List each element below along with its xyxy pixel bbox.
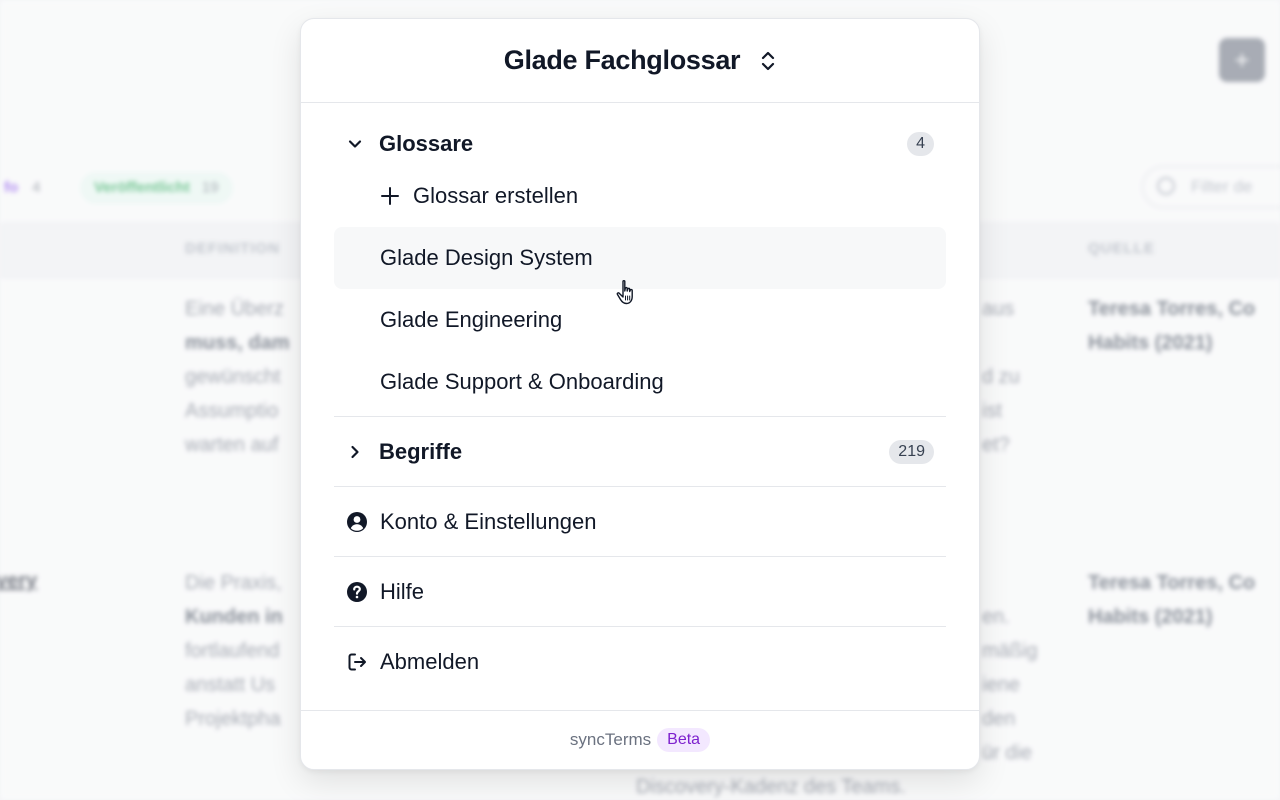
glossary-item-support-onboarding[interactable]: Glade Support & Onboarding	[334, 351, 946, 413]
logout-label: Abmelden	[380, 648, 480, 674]
source-line: Teresa Torres, Co	[1088, 298, 1256, 320]
add-term-button[interactable]: +	[1219, 38, 1265, 82]
chevron-up-down-icon[interactable]	[760, 49, 776, 73]
definition-line: warten auf	[185, 434, 279, 456]
definition-line: Assumptio	[185, 400, 279, 422]
filter-chip-published[interactable]: Veröffentlicht 19	[80, 172, 233, 204]
popover-header[interactable]: Glade Fachglossar	[301, 19, 979, 103]
definition-line: gewünscht	[185, 366, 281, 388]
filter-chip-count: 4	[32, 179, 41, 196]
definition-line: d zu	[982, 366, 1020, 388]
definition-line: anstatt Us	[185, 674, 276, 696]
terms-count-badge: 219	[889, 439, 934, 464]
source-line: Habits (2021)	[1088, 332, 1213, 354]
filter-chip-label: Veröffentlicht	[94, 179, 190, 196]
source-line: Teresa Torres, Co	[1088, 572, 1256, 594]
hand-pointer-cursor-icon	[616, 279, 633, 305]
definition-line: den	[982, 708, 1016, 730]
filter-chip-status[interactable]: fo 4	[0, 172, 55, 204]
glossary-item-label: Glade Engineering	[380, 307, 563, 332]
definition-line: Eine Überz	[185, 298, 284, 320]
plus-icon	[381, 187, 399, 205]
glossary-item-label: Glade Design System	[380, 245, 593, 270]
definition-line: en.	[982, 606, 1010, 628]
definition-line: et?	[982, 434, 1010, 456]
definition-line: mäßig	[982, 640, 1038, 662]
filter-chip-count: 19	[201, 179, 219, 196]
definition-line: Kunden in	[185, 606, 283, 628]
account-settings-menu-item[interactable]: Konto & Einstellungen	[334, 487, 946, 556]
column-header-definition: DEFINITION	[185, 240, 280, 257]
definition-line: ür die	[982, 742, 1033, 764]
user-circle-icon	[347, 511, 367, 532]
help-menu-item[interactable]: Hilfe	[334, 557, 946, 626]
create-glossary-label: Glossar erstellen	[413, 183, 579, 208]
popover-footer: syncTerms Beta	[301, 710, 979, 769]
column-header-source: QUELLE	[1088, 240, 1155, 257]
glossaries-section-toggle[interactable]: Glossare 4	[334, 103, 946, 185]
filter-chip-label: fo	[4, 179, 19, 196]
definition-line: Discovery-Kadenz des Teams.	[636, 776, 906, 798]
source-line: Habits (2021)	[1088, 606, 1213, 628]
question-circle-icon	[347, 581, 367, 602]
account-settings-label: Konto & Einstellungen	[380, 508, 597, 534]
search-icon	[1157, 177, 1175, 195]
glossaries-section-title: Glossare	[379, 131, 474, 156]
glossary-item-label: Glade Support & Onboarding	[380, 369, 664, 394]
definition-line: fortlaufend	[185, 640, 280, 662]
term-link[interactable]: very	[0, 570, 37, 593]
beta-badge: Beta	[657, 728, 711, 752]
definition-line: muss, dam	[185, 332, 290, 354]
filter-search-input[interactable]: Filter de	[1142, 166, 1280, 208]
workspace-switcher-popover: Glade Fachglossar Glossare 4 Glossar ers…	[300, 18, 980, 770]
chevron-down-icon	[348, 140, 362, 148]
definition-line: Projektpha	[185, 708, 281, 730]
definition-line: iene	[982, 674, 1020, 696]
chevron-right-icon	[351, 445, 359, 458]
help-label: Hilfe	[380, 578, 425, 604]
terms-section-toggle[interactable]: Begriffe 219	[334, 417, 946, 486]
definition-line: ist	[982, 400, 1002, 422]
logout-menu-item[interactable]: Abmelden	[334, 627, 946, 696]
workspace-title: Glade Fachglossar	[503, 45, 741, 75]
logout-icon	[348, 653, 366, 670]
definition-line: Die Praxis,	[185, 572, 282, 594]
glossaries-count-badge: 4	[907, 132, 934, 156]
brand-name: syncTerms	[569, 730, 652, 749]
terms-section-title: Begriffe	[379, 438, 463, 464]
search-placeholder: Filter de	[1191, 177, 1253, 196]
definition-line: aus	[982, 298, 1015, 320]
